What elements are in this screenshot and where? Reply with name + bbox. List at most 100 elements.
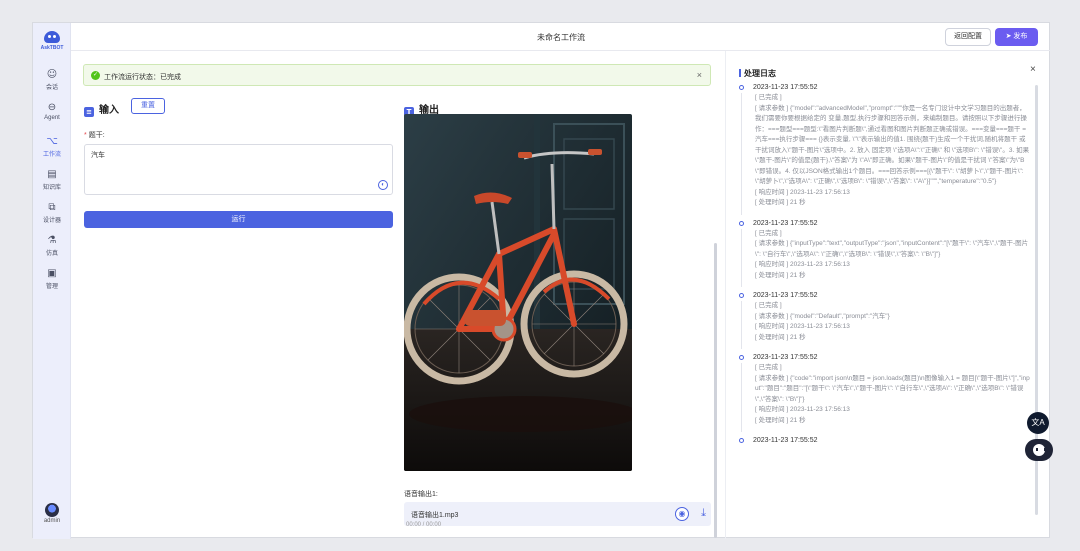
app-window: AskTBOT ☺ 会话 ⊖ Agent ⌥ 工作流 ▤ 知识库 ⧉ 设计器 ⚗… — [32, 22, 1053, 539]
timeline-dot-icon — [739, 220, 744, 226]
timeline-line — [741, 93, 742, 215]
output-image — [404, 114, 632, 471]
download-icon[interactable]: ⤓ — [701, 506, 706, 520]
flask-icon: ⚗ — [47, 235, 57, 246]
timeline-dot-icon — [739, 293, 744, 298]
timeline-dot-icon — [739, 438, 744, 443]
question-field-label: * 题干: — [84, 130, 105, 140]
close-icon[interactable]: × — [697, 70, 702, 80]
publish-button[interactable]: ➤ 发布 — [995, 28, 1038, 46]
sidebar-item-label: 仿真 — [45, 251, 58, 257]
voice-output-label: 语音输出1: — [404, 491, 438, 498]
robot-logo-icon — [44, 31, 60, 43]
log-line: [ 请求参数 ] {"inputType":"text","outputType… — [755, 240, 1029, 258]
log-entry: 2023-11-23 17:55:52 [ 已完成 ] [ 请求参数 ] {"c… — [739, 353, 1031, 432]
sidebar-item-admin[interactable]: ▣ 管理 — [33, 268, 71, 290]
top-header: 未命名工作流 返回配置 ➤ 发布 — [71, 23, 1051, 51]
log-time: 2023-11-23 17:55:52 — [753, 292, 818, 299]
translate-icon[interactable]: 文A — [1027, 412, 1049, 434]
chat-icon: ☺ — [46, 69, 58, 80]
sidebar-item-workflow[interactable]: ⌥ 工作流 — [33, 136, 71, 158]
log-entry: 2023-11-23 17:55:52 — [739, 436, 1031, 446]
run-status-alert: ✓ 工作流运行状态：已完成 × — [83, 64, 711, 86]
voice-input-icon[interactable]: ◐ — [378, 180, 388, 190]
log-line: [ 请求参数 ] {"model":"Default","prompt":"汽车… — [755, 312, 890, 320]
log-line: [ 响应时间 ] 2023-11-23 17:56:13 — [755, 188, 850, 196]
audio-file-item[interactable]: 语音输出1.mp3 00:00 / 00:00 ◉ ⤓ — [404, 502, 711, 528]
audio-file-name: 语音输出1.mp3 — [411, 512, 459, 519]
question-label-text: 题干: — [88, 132, 105, 139]
log-line: [ 响应时间 ] 2023-11-23 17:56:13 — [755, 323, 850, 330]
timeline-dot-icon — [739, 85, 744, 90]
log-line: [ 响应时间 ] 2023-11-23 17:56:13 — [755, 406, 850, 413]
output-scrollbar[interactable] — [714, 243, 717, 538]
back-to-config-button[interactable]: 返回配置 — [945, 28, 991, 46]
page-title: 未命名工作流 — [537, 33, 585, 42]
log-line: [ 处理时间 ] 21 秒 — [755, 333, 806, 341]
run-button[interactable]: 运行 — [84, 211, 393, 228]
input-title-text: 输入 — [99, 105, 119, 116]
log-line: [ 处理时间 ] 21 秒 — [755, 271, 806, 279]
input-icon: ≡ — [84, 107, 94, 117]
log-line: [ 处理时间 ] 21 秒 — [755, 199, 806, 206]
agent-icon: ⊖ — [47, 102, 57, 113]
user-name: admin — [43, 518, 61, 524]
log-list: 2023-11-23 17:55:52 [ 已完成 ] [ 请求参数 ] {"m… — [739, 83, 1031, 533]
log-line: [ 请求参数 ] {"code":"import json\n题目 = json… — [755, 374, 1030, 403]
app-logo[interactable]: AskTBOT — [40, 31, 64, 51]
close-log-icon[interactable]: × — [1030, 64, 1036, 75]
log-line: [ 已完成 ] — [755, 94, 782, 101]
log-time: 2023-11-23 17:55:52 — [753, 437, 818, 444]
sidebar-item-label: 工作流 — [42, 152, 61, 158]
input-section-title: ≡ 输入 — [84, 101, 119, 117]
knowledge-icon: ▤ — [47, 169, 57, 180]
sidebar-item-simulation[interactable]: ⚗ 仿真 — [33, 235, 71, 257]
log-time: 2023-11-23 17:55:52 — [753, 354, 818, 361]
sidebar-item-label: Agent — [44, 115, 60, 121]
log-title-text: 处理日志 — [744, 69, 776, 78]
log-time: 2023-11-23 17:55:52 — [753, 219, 818, 227]
sidebar-item-agent[interactable]: ⊖ Agent — [33, 102, 71, 121]
timeline-dot-icon — [739, 355, 744, 360]
sidebar-item-label: 知识库 — [42, 185, 61, 191]
log-line: [ 处理时间 ] 21 秒 — [755, 416, 806, 424]
panel-divider — [725, 51, 726, 539]
publish-label: 发布 — [1013, 33, 1028, 40]
log-time: 2023-11-23 17:55:52 — [753, 84, 818, 91]
assistant-bot-icon[interactable] — [1025, 439, 1053, 461]
admin-icon: ▣ — [47, 268, 57, 279]
log-entry: 2023-11-23 17:55:52 [ 已完成 ] [ 请求参数 ] {"m… — [739, 83, 1031, 215]
required-mark: * — [84, 132, 87, 139]
log-line: [ 响应时间 ] 2023-11-23 17:56:13 — [755, 261, 850, 268]
timeline-line — [741, 301, 742, 349]
question-textarea[interactable]: 汽车 ◐ — [84, 144, 393, 195]
log-entry: 2023-11-23 17:55:52 [ 已完成 ] [ 请求参数 ] {"i… — [739, 219, 1031, 287]
title-accent-bar — [739, 69, 741, 77]
logo-text: AskTBOT — [40, 45, 64, 51]
sidebar-item-label: 设计器 — [42, 218, 61, 224]
user-avatar[interactable] — [45, 503, 59, 517]
sidebar: AskTBOT ☺ 会话 ⊖ Agent ⌥ 工作流 ▤ 知识库 ⧉ 设计器 ⚗… — [33, 23, 71, 539]
sidebar-item-label: 管理 — [45, 284, 58, 290]
log-line: [ 已完成 ] — [755, 302, 782, 309]
designer-icon: ⧉ — [48, 202, 56, 213]
success-icon: ✓ — [91, 71, 100, 80]
play-audio-icon[interactable]: ◉ — [675, 507, 689, 521]
log-entry: 2023-11-23 17:55:52 [ 已完成 ] [ 请求参数 ] {"m… — [739, 291, 1031, 349]
sidebar-item-designer[interactable]: ⧉ 设计器 — [33, 202, 71, 224]
timeline-line — [741, 363, 742, 432]
sidebar-item-knowledge[interactable]: ▤ 知识库 — [33, 169, 71, 191]
log-line: [ 请求参数 ] {"model":"advancedModel","promp… — [755, 104, 1030, 186]
sidebar-item-chat[interactable]: ☺ 会话 — [33, 69, 71, 91]
reset-button[interactable]: 重置 — [131, 98, 165, 114]
run-status-text: 工作流运行状态：已完成 — [104, 74, 181, 81]
workflow-icon: ⌥ — [46, 136, 58, 147]
sidebar-item-label: 会话 — [45, 85, 58, 91]
log-line: [ 已完成 ] — [755, 364, 782, 371]
timeline-line — [741, 228, 742, 287]
audio-duration: 00:00 / 00:00 — [406, 522, 442, 528]
question-value: 汽车 — [91, 152, 105, 159]
bicycle-image — [404, 114, 632, 471]
log-panel-title: 处理日志 — [739, 68, 776, 79]
log-line: [ 已完成 ] — [755, 229, 782, 237]
